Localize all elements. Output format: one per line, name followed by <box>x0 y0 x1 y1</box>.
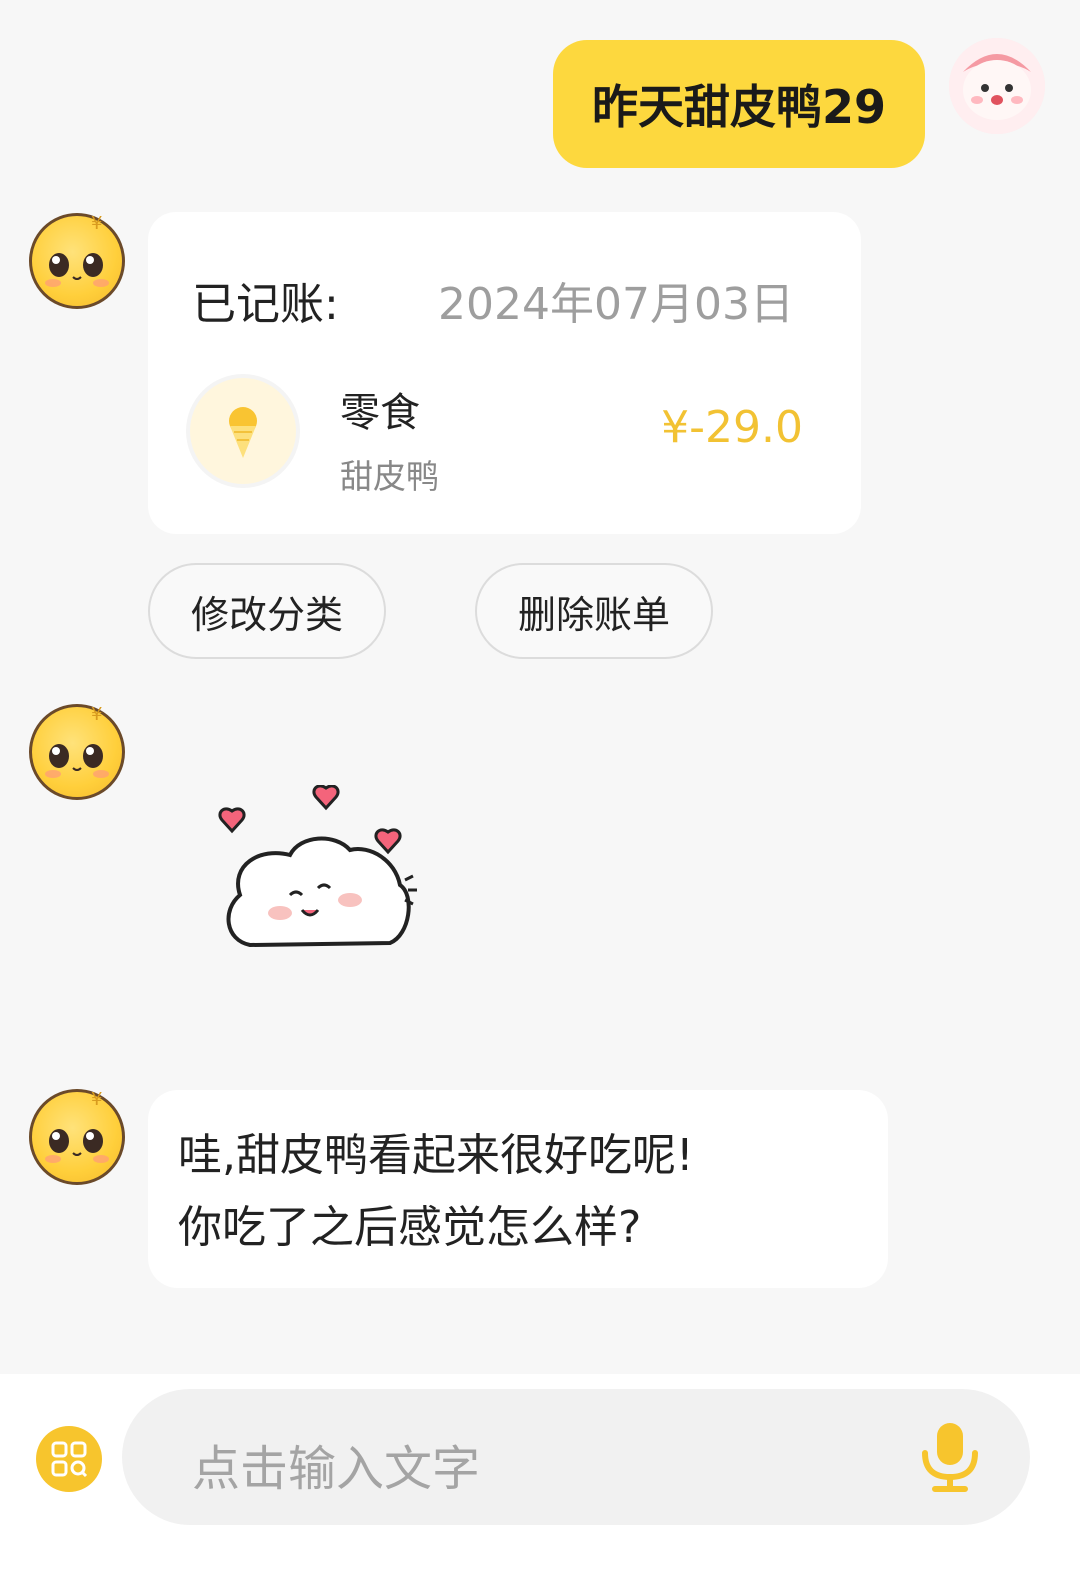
delete-bill-label: 删除账单 <box>517 592 670 637</box>
bill-date: 2024年07月03日 <box>438 279 794 330</box>
bot-avatar[interactable]: ¥ <box>29 1089 125 1185</box>
bot-reply-bubble[interactable]: 哇,甜皮鸭看起来很好吃呢! 你吃了之后感觉怎么样? <box>148 1090 888 1288</box>
bill-note: 甜皮鸭 <box>340 457 439 496</box>
edit-category-button[interactable]: 修改分类 <box>148 563 386 659</box>
bill-recorded-label: 已记账: <box>192 279 339 330</box>
edit-category-label: 修改分类 <box>190 592 343 637</box>
bill-category: 零食 <box>340 390 420 436</box>
user-message-text: 昨天甜皮鸭29 <box>591 80 886 134</box>
bot-avatar[interactable]: ¥ <box>29 704 125 800</box>
bill-card[interactable]: 已记账: 2024年07月03日 零食 甜皮鸭 ¥-29.0 <box>148 212 861 534</box>
bill-amount: ¥-29.0 <box>661 402 803 453</box>
text-input[interactable]: 点击输入文字 <box>122 1389 1030 1525</box>
delete-bill-button[interactable]: 删除账单 <box>475 563 713 659</box>
user-avatar[interactable] <box>949 38 1045 134</box>
ice-cream-icon <box>190 378 296 484</box>
text-input-placeholder: 点击输入文字 <box>192 1441 481 1497</box>
apps-grid-icon <box>51 1441 88 1478</box>
bot-avatar[interactable]: ¥ <box>29 213 125 309</box>
svg-text:¥: ¥ <box>91 1089 102 1110</box>
hearts-bunny-sticker[interactable] <box>210 784 430 960</box>
apps-grid-button[interactable] <box>36 1426 102 1492</box>
bot-reply-line: 你吃了之后感觉怎么样? <box>178 1202 642 1253</box>
bot-reply-line: 哇,甜皮鸭看起来很好吃呢! <box>178 1130 694 1181</box>
user-message-bubble[interactable]: 昨天甜皮鸭29 <box>553 40 925 168</box>
svg-text:¥: ¥ <box>91 213 102 234</box>
svg-text:¥: ¥ <box>91 704 102 725</box>
microphone-icon[interactable] <box>917 1421 983 1497</box>
